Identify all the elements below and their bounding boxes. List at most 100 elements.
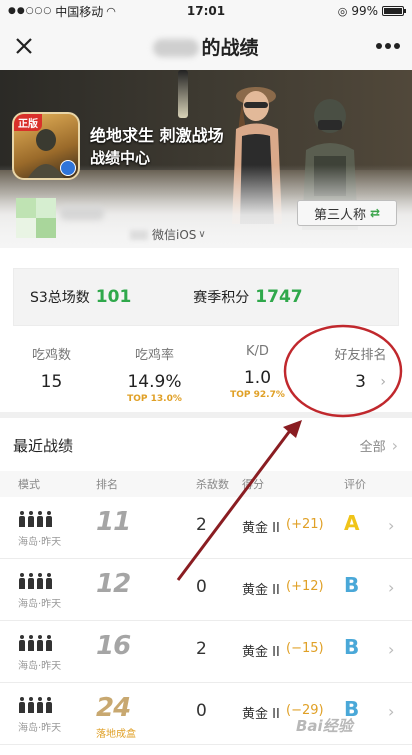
recent-matches-title: 最近战绩: [13, 437, 74, 455]
match-score-delta: (+12): [286, 579, 324, 594]
stat-win-rate: 吃鸡率 14.9% TOP 13.0%: [103, 344, 206, 408]
chevron-right-icon: ›: [380, 374, 386, 390]
season-points: 赛季积分 1747: [193, 287, 302, 307]
match-note: 落地成盒: [96, 729, 136, 740]
squad-icon: [18, 573, 53, 589]
stat-friend-rank[interactable]: 好友排名 3 ›: [309, 344, 412, 408]
stat-value: 14.9%: [127, 372, 182, 392]
close-icon: [16, 38, 32, 54]
stat-kd: K/D 1.0 TOP 92.7%: [206, 344, 309, 408]
match-kills: 0: [196, 577, 207, 597]
chevron-right-icon: ›: [388, 516, 395, 535]
lamp-graphic: [178, 70, 188, 118]
match-rank: 12: [96, 569, 131, 599]
view-all-button[interactable]: 全部 ›: [360, 436, 398, 455]
squad-icon: [18, 697, 53, 713]
match-grade: A: [344, 511, 360, 535]
match-tier: 黄金 II: [242, 521, 280, 536]
stats-row: 吃鸡数 15 吃鸡率 14.9% TOP 13.0% K/D 1.0 TOP 9…: [0, 344, 412, 408]
wifi-icon: ◠: [106, 4, 116, 18]
view-all-label: 全部: [359, 440, 386, 455]
page: ●●○○○ 中国移动 ◠ 17:01 ◎ 99% 的战绩 正版 绝地求生 刺激战…: [0, 0, 412, 755]
squad-icon: [18, 635, 53, 651]
tencent-badge-icon: [60, 160, 76, 176]
stat-label: 好友排名: [334, 348, 387, 363]
chevron-right-icon: ›: [388, 702, 395, 721]
blurred-username: [153, 39, 200, 57]
carrier-label: 中国移动: [55, 4, 104, 19]
chevron-right-icon: ›: [388, 578, 395, 597]
stat-label: 吃鸡数: [31, 348, 71, 363]
match-tier: 黄金 II: [242, 707, 280, 722]
stat-value: 3: [355, 372, 366, 392]
match-kills: 2: [196, 639, 207, 659]
squad-icon: [18, 511, 53, 527]
header-kills: 杀敌数: [196, 478, 229, 491]
chevron-down-icon: ∨: [198, 229, 206, 240]
match-rank: 16: [96, 631, 131, 661]
table-row[interactable]: 海岛·昨天 11 2 黄金 II (+21) A ›: [0, 497, 412, 559]
game-app-icon: 正版: [12, 112, 80, 180]
platform-label: 微信iOS: [152, 228, 197, 242]
swap-icon: ⇄: [369, 206, 381, 220]
stat-value: 15: [40, 372, 63, 392]
season-points-label: 赛季积分: [193, 290, 250, 306]
match-map: 海岛·昨天: [18, 661, 62, 672]
close-button[interactable]: [0, 22, 48, 70]
match-tier: 黄金 II: [242, 645, 280, 660]
match-rank: 11: [96, 507, 131, 537]
header-score: 得分: [242, 478, 264, 491]
stat-wins: 吃鸡数 15: [0, 344, 103, 408]
stat-label: 吃鸡率: [134, 348, 174, 363]
season-summary: S3总场数 101 赛季积分 1747: [13, 268, 399, 326]
pointer-arrowhead: [283, 420, 302, 438]
total-matches-label: S3总场数: [30, 290, 90, 306]
match-map: 海岛·昨天: [18, 599, 62, 610]
nav-bar: 的战绩: [0, 22, 412, 70]
table-header: 模式 排名 杀敌数 得分 评价: [0, 471, 412, 497]
chevron-right-icon: ›: [388, 640, 395, 659]
header-mode: 模式: [18, 478, 40, 491]
battery-icon: [382, 6, 406, 16]
match-score-delta: (−15): [286, 641, 324, 656]
total-matches-value: 101: [95, 287, 132, 307]
header-rank: 排名: [96, 478, 118, 491]
signal-icon: ●●○○○: [8, 6, 53, 16]
match-kills: 2: [196, 515, 207, 535]
section-divider: [0, 412, 412, 418]
match-rank: 24: [96, 693, 131, 723]
game-subtitle: 战绩中心: [90, 149, 151, 167]
stat-value: 1.0: [243, 368, 272, 388]
match-grade: B: [344, 635, 360, 659]
perspective-button[interactable]: 第三人称 ⇄: [297, 200, 397, 226]
perspective-label: 第三人称: [313, 207, 366, 223]
chevron-right-icon: ›: [391, 436, 398, 455]
match-map: 海岛·昨天: [18, 537, 62, 548]
header-grade: 评价: [344, 478, 366, 491]
blurred-nickname: [60, 206, 104, 220]
stat-percentile: TOP 92.7%: [230, 390, 285, 400]
total-matches: S3总场数 101: [30, 287, 131, 307]
match-score-delta: (+21): [286, 517, 324, 532]
watermark: Bai经验: [296, 717, 353, 735]
more-icon: [376, 43, 400, 49]
avatar: [16, 198, 56, 238]
stat-percentile: TOP 13.0%: [127, 394, 182, 404]
battery-percent: 99%: [351, 4, 378, 18]
status-bar: ●●○○○ 中国移动 ◠ 17:01 ◎ 99%: [0, 0, 412, 22]
page-title: 的战绩: [0, 33, 412, 60]
match-kills: 0: [196, 701, 207, 721]
game-title: 绝地求生 刺激战场: [90, 126, 224, 145]
account-selector[interactable]: 微信iOS ∨: [130, 226, 206, 243]
location-icon: ◎: [337, 4, 348, 18]
more-button[interactable]: [364, 22, 412, 70]
match-tier: 黄金 II: [242, 583, 280, 598]
match-grade: B: [344, 573, 360, 597]
stat-label: K/D: [246, 344, 269, 359]
blurred-account: [130, 229, 148, 240]
season-points-value: 1747: [255, 287, 303, 307]
table-row[interactable]: 海岛·昨天 16 2 黄金 II (−15) B ›: [0, 621, 412, 683]
match-map: 海岛·昨天: [18, 723, 62, 734]
table-row[interactable]: 海岛·昨天 12 0 黄金 II (+12) B ›: [0, 559, 412, 621]
page-title-text: 的战绩: [201, 36, 259, 59]
